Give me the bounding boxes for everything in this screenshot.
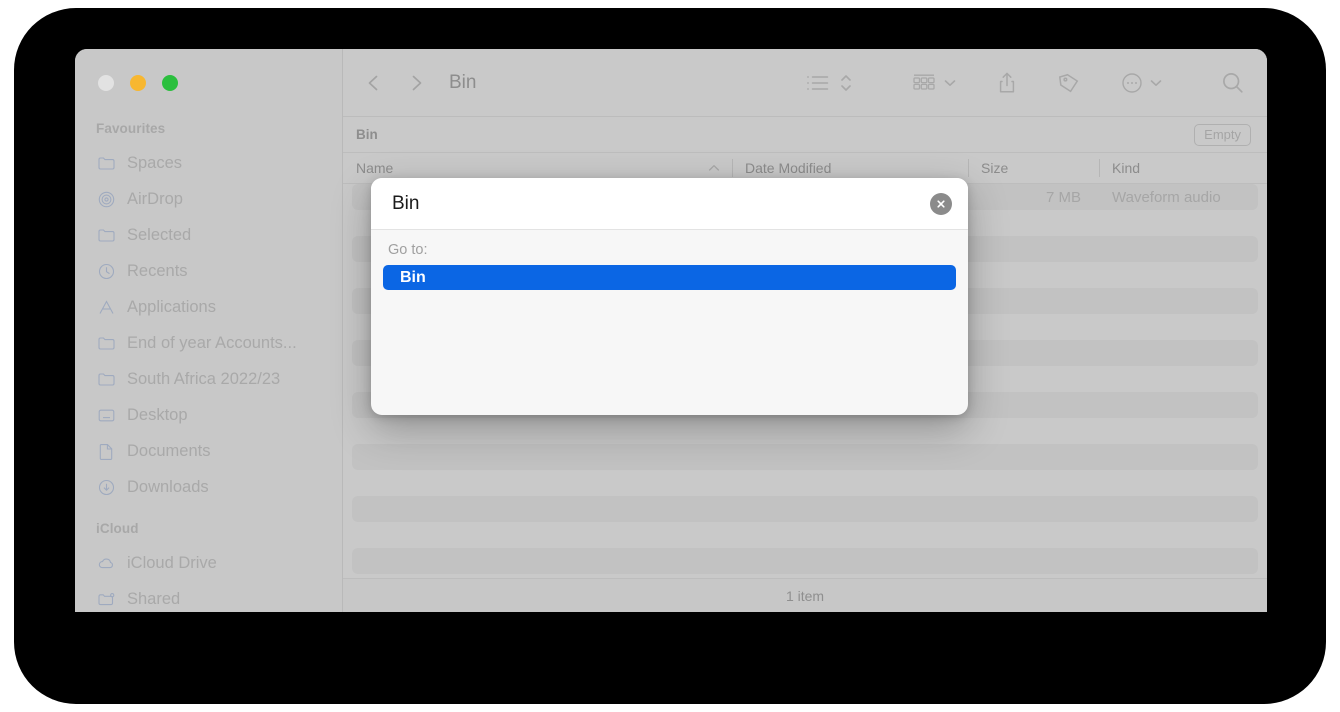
table-row bbox=[352, 444, 1258, 470]
sidebar-item-label: AirDrop bbox=[127, 189, 183, 208]
sidebar-item-label: Desktop bbox=[127, 405, 188, 424]
sidebar-item-documents[interactable]: Documents bbox=[75, 433, 342, 469]
column-header-size[interactable]: Size bbox=[968, 153, 1099, 183]
table-row bbox=[352, 418, 1258, 444]
page-title: Bin bbox=[449, 71, 477, 93]
go-to-section-label: Go to: bbox=[388, 242, 428, 258]
folder-icon bbox=[97, 334, 116, 353]
chevron-down-icon[interactable] bbox=[1149, 76, 1163, 90]
sidebar-item-label: Recents bbox=[127, 261, 188, 280]
go-to-results: Go to: Bin bbox=[371, 230, 968, 415]
clock-icon bbox=[97, 262, 116, 281]
sort-updown-icon[interactable] bbox=[839, 72, 853, 94]
go-to-input-row[interactable]: Bin bbox=[371, 178, 968, 230]
folder-icon bbox=[97, 154, 116, 173]
sidebar-item-south-africa[interactable]: South Africa 2022/23 bbox=[75, 361, 342, 397]
sidebar-item-desktop[interactable]: Desktop bbox=[75, 397, 342, 433]
sidebar-item-icloud-drive[interactable]: iCloud Drive bbox=[75, 545, 342, 581]
grid-group-icon[interactable] bbox=[911, 72, 937, 94]
folder-icon bbox=[97, 226, 116, 245]
chevron-left-icon[interactable] bbox=[363, 72, 385, 94]
sidebar-item-label: Applications bbox=[127, 297, 216, 316]
ellipsis-circle-icon[interactable] bbox=[1121, 72, 1143, 94]
sidebar-item-downloads[interactable]: Downloads bbox=[75, 469, 342, 505]
sidebar-item-shared[interactable]: Shared bbox=[75, 581, 342, 612]
go-to-input[interactable]: Bin bbox=[392, 193, 930, 215]
sidebar-item-applications[interactable]: Applications bbox=[75, 289, 342, 325]
sidebar-group-icloud-label: iCloud bbox=[96, 521, 139, 536]
list-view-icon[interactable] bbox=[806, 74, 830, 92]
share-icon[interactable] bbox=[997, 71, 1017, 95]
toolbar: Bin bbox=[343, 49, 1267, 117]
close-window-button[interactable] bbox=[98, 75, 114, 91]
table-row bbox=[352, 522, 1258, 548]
sidebar-item-spaces[interactable]: Spaces bbox=[75, 145, 342, 181]
table-row bbox=[352, 548, 1258, 574]
status-bar: 1 item bbox=[343, 578, 1267, 612]
navigation-arrows bbox=[363, 72, 427, 94]
desktop-icon bbox=[97, 406, 116, 425]
sidebar-item-airdrop[interactable]: AirDrop bbox=[75, 181, 342, 217]
go-to-folder-dialog: Bin Go to: Bin bbox=[371, 178, 968, 415]
table-row bbox=[352, 470, 1258, 496]
sidebar-item-label: Selected bbox=[127, 225, 192, 244]
path-bar: Bin Empty bbox=[343, 117, 1267, 153]
search-icon[interactable] bbox=[1221, 71, 1245, 95]
item-count-label: 1 item bbox=[785, 587, 825, 604]
tag-icon[interactable] bbox=[1057, 71, 1081, 95]
empty-bin-button[interactable]: Empty bbox=[1194, 123, 1251, 146]
sidebar: Favourites Spaces AirDrop Selected Recen… bbox=[75, 49, 342, 612]
close-circle-icon[interactable] bbox=[930, 192, 952, 215]
table-row bbox=[352, 496, 1258, 522]
sidebar-item-label: iCloud Drive bbox=[127, 553, 217, 572]
sidebar-item-label: Shared bbox=[127, 589, 181, 608]
sidebar-item-label: Spaces bbox=[127, 153, 183, 172]
minimize-window-button[interactable] bbox=[130, 75, 146, 91]
document-icon bbox=[97, 442, 116, 461]
window-traffic-lights bbox=[75, 49, 342, 117]
maximize-window-button[interactable] bbox=[162, 75, 178, 91]
sidebar-item-label: South Africa 2022/23 bbox=[127, 369, 281, 388]
column-header-kind[interactable]: Kind bbox=[1099, 153, 1267, 183]
folder-icon bbox=[97, 370, 116, 389]
sidebar-item-label: Downloads bbox=[127, 477, 209, 496]
chevron-right-icon[interactable] bbox=[405, 72, 427, 94]
sidebar-group-favourites-label: Favourites bbox=[96, 121, 166, 136]
applications-icon bbox=[97, 298, 116, 317]
airdrop-icon bbox=[97, 190, 116, 209]
shared-folder-icon bbox=[97, 590, 116, 609]
chevron-down-icon[interactable] bbox=[943, 76, 957, 90]
sidebar-item-label: Documents bbox=[127, 441, 211, 460]
go-to-result-item[interactable]: Bin bbox=[383, 265, 956, 290]
sidebar-item-selected[interactable]: Selected bbox=[75, 217, 342, 253]
downloads-icon bbox=[97, 478, 116, 497]
sidebar-item-recents[interactable]: Recents bbox=[75, 253, 342, 289]
sidebar-item-label: End of year Accounts... bbox=[127, 333, 297, 352]
breadcrumb: Bin bbox=[356, 127, 378, 142]
sidebar-item-end-of-year-accounts[interactable]: End of year Accounts... bbox=[75, 325, 342, 361]
sort-ascending-icon bbox=[708, 160, 720, 176]
cloud-icon bbox=[97, 554, 116, 573]
